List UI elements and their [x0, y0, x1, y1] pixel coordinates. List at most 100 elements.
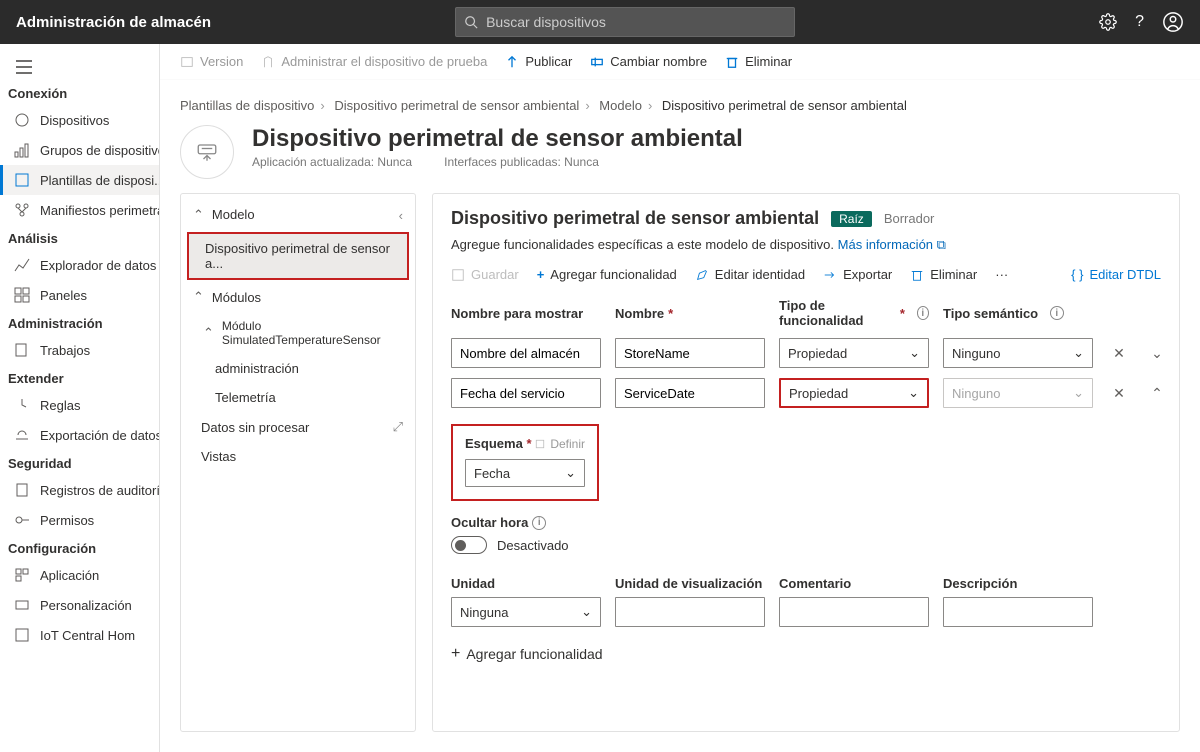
row1-expand[interactable]: ⌄ [1145, 345, 1169, 362]
tree-raw[interactable]: Datos sin procesar⤢ [181, 412, 415, 442]
capability-editor: Dispositivo perimetral de sensor ambient… [432, 193, 1180, 732]
schema-label: Esquema [465, 436, 523, 451]
tree-vistas[interactable]: Vistas [181, 442, 415, 471]
crumb-2[interactable]: Modelo [599, 98, 642, 113]
nav-aplicacion[interactable]: Aplicación [0, 560, 159, 590]
nav-explorador[interactable]: Explorador de datos [0, 250, 159, 280]
nav-dispositivos[interactable]: Dispositivos [0, 105, 159, 135]
lbl-unidad: Unidad [451, 576, 601, 591]
chevron-down-icon: ⌄ [1073, 385, 1084, 401]
btn-dtdl[interactable]: { } Editar DTDL [1071, 267, 1161, 282]
btn-more[interactable]: ··· [995, 267, 1008, 282]
btn-editar[interactable]: Editar identidad [695, 267, 805, 282]
tree-telemetria[interactable]: Telemetría [181, 383, 415, 412]
gear-icon[interactable] [1099, 13, 1117, 31]
more-info-link[interactable]: Más información ⧉ [838, 237, 946, 252]
page-title: Dispositivo perimetral de sensor ambient… [252, 125, 743, 153]
nav-manifiestos[interactable]: Manifiestos perimetra... [0, 195, 159, 225]
section-conexion: Conexión [0, 80, 159, 105]
nav-personalizacion[interactable]: Personalización [0, 590, 159, 620]
descripcion-input[interactable] [943, 597, 1093, 627]
expand-icon[interactable]: ⤢ [393, 419, 403, 435]
schema-select[interactable]: Fecha⌄ [465, 459, 585, 487]
crumb-0[interactable]: Plantillas de dispositivo [180, 98, 314, 113]
chevron-down-icon: ⌄ [565, 465, 576, 481]
row2-semtype: Ninguno⌄ [943, 378, 1093, 408]
nav-iotcentral[interactable]: IoT Central Hom [0, 620, 159, 650]
capability-grid: Nombre para mostrar Nombre * Tipo de fun… [451, 298, 1161, 408]
define-button[interactable]: Definir [534, 437, 585, 451]
draft-label: Borrador [884, 211, 935, 226]
comentario-input[interactable] [779, 597, 929, 627]
model-tree: ⌃Modelo ‹ Dispositivo perimetral de sens… [180, 193, 416, 732]
row2-remove[interactable]: ✕ [1107, 385, 1131, 402]
col-captype: Tipo de funcionalidad * i [779, 298, 929, 328]
tree-modulos[interactable]: ⌃Módulos [181, 282, 415, 312]
breadcrumb: Plantillas de dispositivo› Dispositivo p… [160, 80, 1200, 123]
root-badge: Raíz [831, 211, 872, 227]
btn-exportar[interactable]: Exportar [823, 267, 892, 282]
global-search[interactable]: Buscar dispositivos [455, 7, 795, 37]
btn-eliminar[interactable]: Eliminar [910, 267, 977, 282]
section-extender: Extender [0, 365, 159, 390]
tool-publicar[interactable]: Publicar [505, 54, 572, 69]
chevron-down-icon: ⌄ [581, 604, 592, 620]
nav-trabajos[interactable]: Trabajos [0, 335, 159, 365]
row1-display[interactable] [451, 338, 601, 368]
help-icon[interactable]: ? [1135, 13, 1144, 31]
account-icon[interactable] [1162, 11, 1184, 33]
section-administracion: Administración [0, 310, 159, 335]
hide-time-toggle[interactable] [451, 536, 487, 554]
lbl-descripcion: Descripción [943, 576, 1093, 591]
row1-semtype[interactable]: Ninguno⌄ [943, 338, 1093, 368]
chevron-down-icon: ⌄ [908, 385, 919, 401]
left-nav: Conexión Dispositivos Grupos de disposit… [0, 44, 160, 752]
row1-name[interactable] [615, 338, 765, 368]
nav-plantillas[interactable]: Plantillas de disposi... [0, 165, 159, 195]
nav-exportacion[interactable]: Exportación de datos [0, 420, 159, 450]
schema-panel: Esquema * Definir Fecha⌄ [451, 424, 599, 501]
tool-administrar[interactable]: Administrar el dispositivo de prueba [261, 54, 487, 69]
tree-modelo[interactable]: ⌃Modelo ‹ [181, 200, 415, 230]
detail-toolbar: Guardar +Agregar funcionalidad Editar id… [451, 257, 1161, 298]
row2-captype[interactable]: Propiedad⌄ [779, 378, 929, 408]
row1-remove[interactable]: ✕ [1107, 345, 1131, 362]
row2-display[interactable] [451, 378, 601, 408]
search-placeholder: Buscar dispositivos [486, 14, 606, 30]
nav-paneles[interactable]: Paneles [0, 280, 159, 310]
info-icon[interactable]: i [917, 306, 929, 320]
col-semtype: Tipo semántico i [943, 306, 1093, 321]
tree-admin[interactable]: administración [181, 354, 415, 383]
nav-permisos[interactable]: Permisos [0, 505, 159, 535]
detail-title: Dispositivo perimetral de sensor ambient… [451, 208, 819, 229]
info-icon[interactable]: i [532, 516, 546, 530]
unidadvis-input[interactable] [615, 597, 765, 627]
nav-auditoria[interactable]: Registros de auditoría [0, 475, 159, 505]
hide-time-state: Desactivado [497, 538, 569, 553]
page-header: Dispositivo perimetral de sensor ambient… [160, 123, 1200, 193]
tool-version[interactable]: Version [180, 54, 243, 69]
nav-grupos[interactable]: Grupos de dispositivos [0, 135, 159, 165]
app-header: Administración de almacén Buscar disposi… [0, 0, 1200, 44]
section-analisis: Análisis [0, 225, 159, 250]
search-icon [464, 15, 478, 29]
tree-selected-device[interactable]: Dispositivo perimetral de sensor a... [187, 232, 409, 280]
btn-agregar[interactable]: +Agregar funcionalidad [537, 267, 677, 282]
hide-time-block: Ocultar hora i Desactivado [451, 515, 1161, 554]
top-toolbar: Version Administrar el dispositivo de pr… [160, 44, 1200, 80]
detail-desc: Agregue funcionalidades específicas a es… [451, 237, 1161, 253]
hide-time-label: Ocultar hora [451, 515, 528, 530]
crumb-1[interactable]: Dispositivo perimetral de sensor ambient… [334, 98, 579, 113]
hamburger-icon[interactable] [0, 52, 159, 80]
row2-collapse[interactable]: ⌃ [1145, 385, 1169, 402]
row1-captype[interactable]: Propiedad⌄ [779, 338, 929, 368]
add-capability-button[interactable]: +Agregar funcionalidad [451, 645, 1161, 663]
info-icon[interactable]: i [1050, 306, 1064, 320]
row2-name[interactable] [615, 378, 765, 408]
content-area: Version Administrar el dispositivo de pr… [160, 44, 1200, 752]
nav-reglas[interactable]: Reglas [0, 390, 159, 420]
tool-eliminar[interactable]: Eliminar [725, 54, 792, 69]
tool-cambiar-nombre[interactable]: Cambiar nombre [590, 54, 707, 69]
unidad-select[interactable]: Ninguna⌄ [451, 597, 601, 627]
tree-module-sim[interactable]: ⌃Módulo SimulatedTemperatureSensor [181, 312, 415, 354]
